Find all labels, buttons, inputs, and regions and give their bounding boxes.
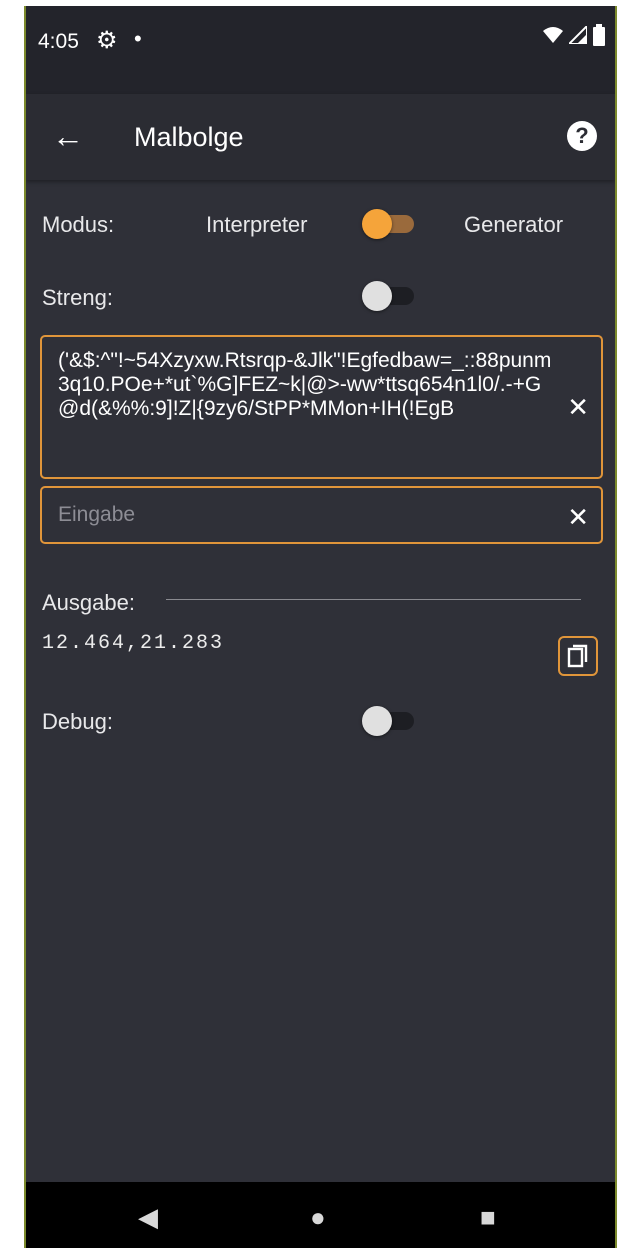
battery-icon bbox=[593, 24, 605, 46]
debug-toggle-thumb bbox=[362, 706, 392, 736]
nav-back-icon[interactable]: ◀ bbox=[138, 1202, 158, 1233]
mode-option-generator[interactable]: Generator bbox=[464, 212, 563, 238]
notification-dot-icon: • bbox=[134, 26, 142, 51]
strict-toggle[interactable] bbox=[362, 280, 418, 312]
clear-input-icon[interactable]: ✕ bbox=[567, 502, 589, 533]
input-placeholder: Eingabe bbox=[58, 503, 136, 526]
cell-signal-icon bbox=[569, 26, 587, 44]
output-divider bbox=[166, 599, 581, 600]
copy-icon bbox=[567, 644, 588, 668]
wifi-icon bbox=[543, 27, 563, 43]
settings-gear-icon: ⚙ bbox=[96, 27, 118, 54]
clear-code-icon[interactable]: ✕ bbox=[567, 392, 589, 423]
mode-toggle-thumb bbox=[362, 209, 392, 239]
strict-label: Streng: bbox=[42, 285, 113, 310]
app-frame: 4:05 ⚙ • ← Malbolge ? Modus: Interpreter… bbox=[24, 6, 617, 1248]
page-title: Malbolge bbox=[134, 122, 244, 152]
nav-recents-icon[interactable]: ■ bbox=[480, 1202, 496, 1233]
app-bar: ← Malbolge ? bbox=[26, 94, 615, 180]
mode-option-interpreter[interactable]: Interpreter bbox=[206, 212, 308, 238]
help-icon[interactable]: ? bbox=[567, 121, 597, 151]
navigation-bar: ◀ ● ■ bbox=[26, 1182, 615, 1248]
strict-toggle-thumb bbox=[362, 281, 392, 311]
debug-label: Debug: bbox=[42, 709, 113, 734]
copy-button[interactable] bbox=[558, 636, 598, 676]
nav-home-icon[interactable]: ● bbox=[310, 1202, 326, 1233]
back-arrow-icon[interactable]: ← bbox=[52, 118, 84, 155]
output-label: Ausgabe: bbox=[42, 590, 135, 615]
status-icons bbox=[543, 24, 605, 46]
input-field[interactable]: Eingabe ✕ bbox=[40, 486, 603, 544]
mode-label: Modus: bbox=[42, 212, 115, 237]
output-value: 12.464,21.283 bbox=[42, 632, 225, 655]
code-input-field[interactable]: ('&$:^"!~54Xzyxw.Rtsrqp-&Jlk"!Egfedbaw=_… bbox=[40, 335, 603, 479]
status-bar: 4:05 ⚙ • bbox=[26, 6, 615, 94]
status-time: 4:05 bbox=[38, 30, 79, 53]
mode-toggle[interactable] bbox=[362, 208, 418, 240]
debug-toggle[interactable] bbox=[362, 705, 418, 737]
code-text[interactable]: ('&$:^"!~54Xzyxw.Rtsrqp-&Jlk"!Egfedbaw=_… bbox=[58, 349, 553, 421]
